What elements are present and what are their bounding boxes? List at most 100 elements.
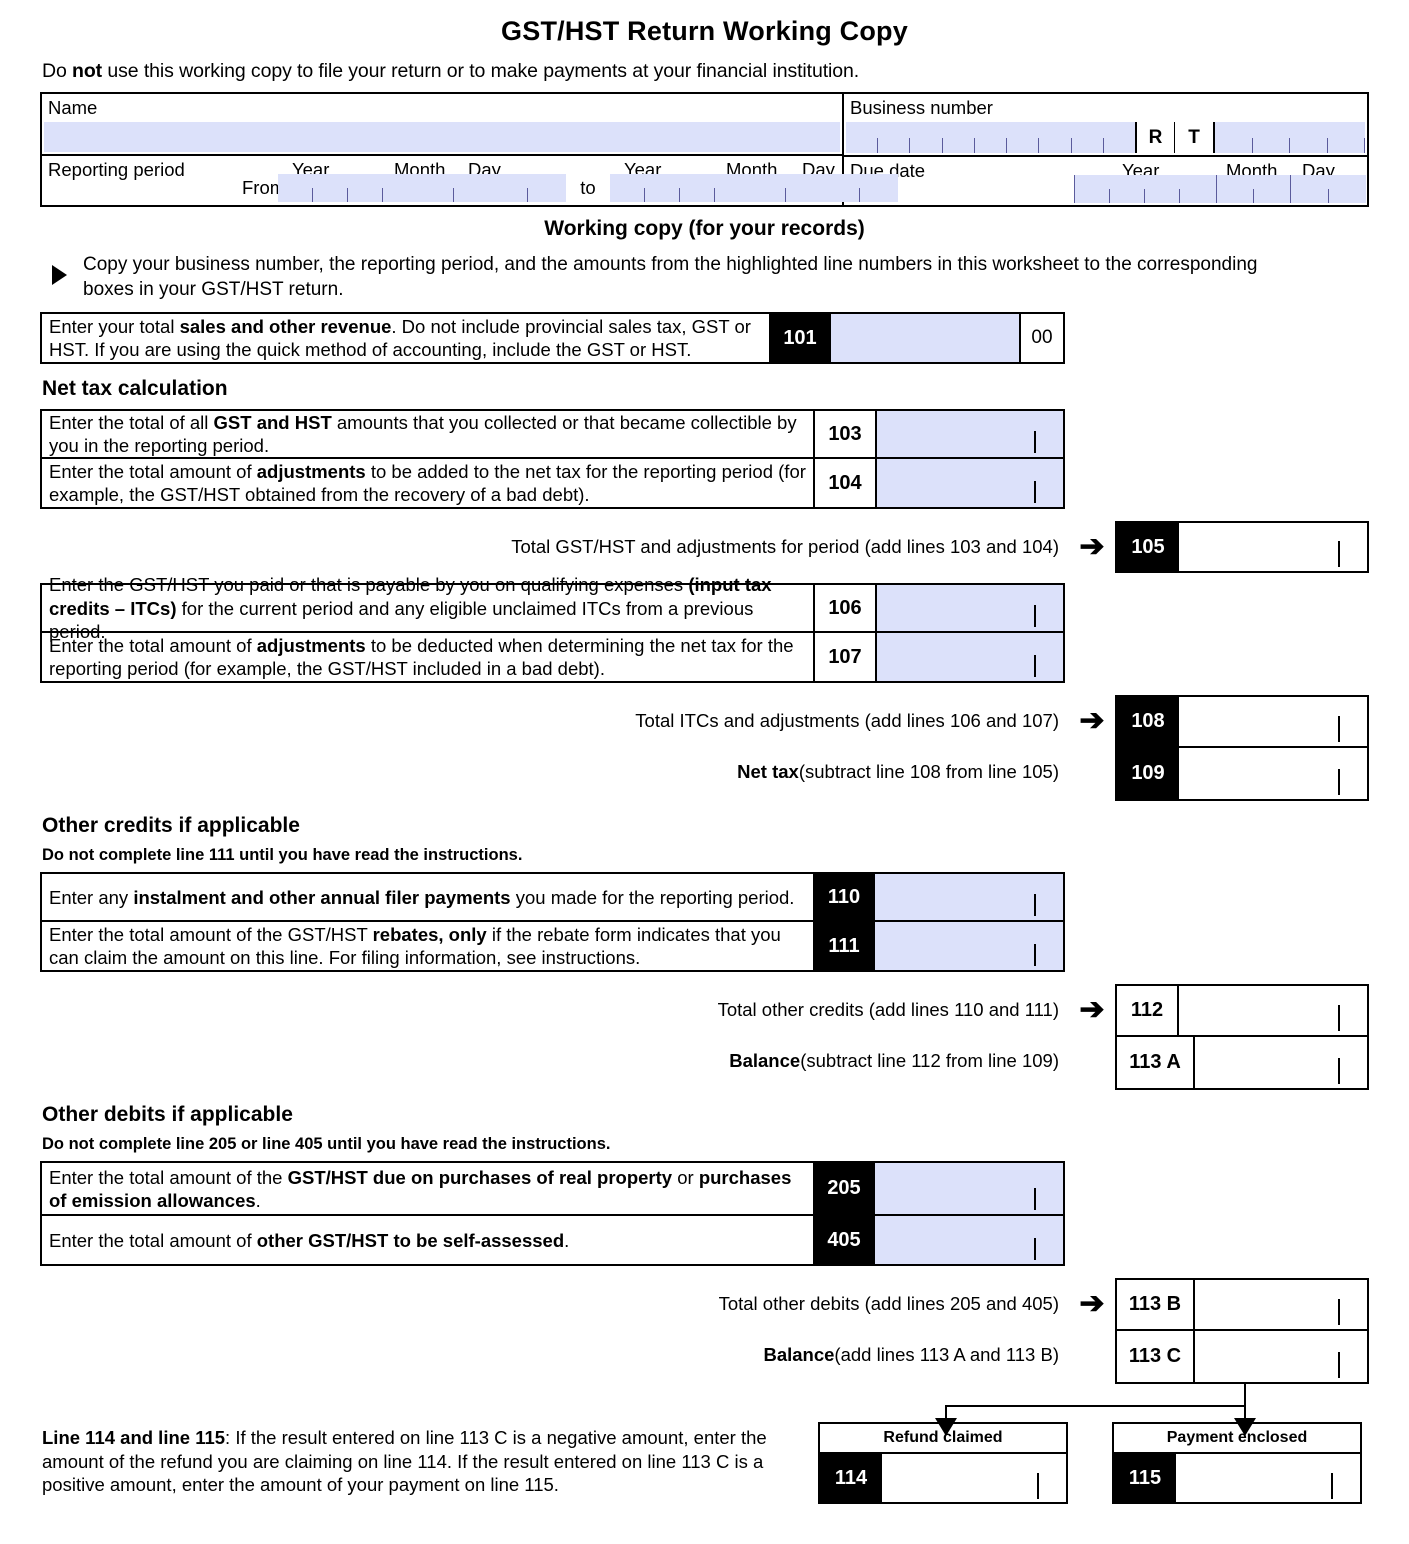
line-109-box: 109 [1117,748,1367,800]
bn-nine-digits[interactable] [846,122,1135,153]
line-205-amount-input[interactable] [875,1163,1063,1215]
line-101-amount-input[interactable] [831,314,1019,363]
reporting-period-label: Reporting period [48,159,185,180]
business-number-label: Business number [850,97,993,118]
identification-left: Name Reporting period Year Month Day Yea… [42,94,898,205]
do-not-use-notice: Do not use this working copy to file you… [40,47,1369,83]
l107-b1: adjustments [256,635,366,657]
line-115-number: 115 [1114,1454,1176,1503]
line-108-amount-input[interactable] [1179,697,1367,747]
footer-area: Line 114 and line 115: If the result ent… [40,1384,1369,1544]
line-405-amount-input[interactable] [875,1216,1063,1265]
l107-t1: Enter the total amount of [49,635,257,657]
payment-enclosed-box: Payment enclosed 115 [1112,1422,1362,1505]
line-105-label: Total GST/HST and adjustments for period… [511,536,1059,558]
footer-note-bold: Line 114 and line 115 [42,1427,226,1449]
net-tax-heading: Net tax calculation [42,377,228,401]
line-113c-amount-input[interactable] [1195,1331,1367,1383]
lines-205-405-box: Enter the total amount of the GST/HST du… [40,1161,1065,1267]
lines-106-107-box: Enter the GST/HST you paid or that is pa… [40,574,1065,684]
bn-program-t: T [1175,122,1215,153]
line-112-amount-input[interactable] [1179,986,1367,1036]
lines-103-104-box: Enter the total of all GST and HST amoun… [40,409,1065,510]
l113c-bold: Balance [763,1343,835,1365]
l103-t1: Enter the total of all [49,412,214,434]
line-104-amount-input[interactable] [875,459,1063,508]
l405-t2: . [564,1229,570,1251]
other-debits-subheading: Do not complete line 205 or line 405 unt… [42,1135,611,1154]
l205-t2: or [672,1166,699,1188]
l405-b1: other GST/HST to be self-assessed [256,1229,565,1251]
line-113a-label: Balance (subtract line 112 from line 109… [40,1035,1069,1086]
line-105-row: Total GST/HST and adjustments for period… [40,521,1369,574]
to-year-input[interactable] [610,174,750,202]
to-day-input[interactable] [822,174,898,202]
line-113a-amount-input[interactable] [1195,1037,1367,1089]
reporting-period-fields: Year Month Day Year Month Day From to [242,156,898,204]
l109-bold: Net tax [737,760,799,782]
notice-part-2: use this working copy to file your retur… [102,60,860,82]
line-101-cents: 00 [1019,314,1063,363]
line-111-row: Enter the total amount of the GST/HST re… [42,922,1063,971]
name-label: Name [48,97,98,118]
line-109-amount-input[interactable] [1179,748,1367,800]
line-108-box: 108 [1117,697,1367,749]
line-112-label: Total other credits (add lines 110 and 1… [717,998,1059,1020]
line-106-label: Enter the GST/HST you paid or that is pa… [42,574,813,642]
l205-t3: . [255,1189,261,1211]
to-month-input[interactable] [750,174,822,202]
line-101-label: Enter your total sales and other revenue… [42,314,769,362]
lines-112-113a-group: Total other credits (add lines 110 and 1… [40,984,1369,1091]
line-113b-box: 113 B [1117,1280,1367,1332]
line-109-labelrow: Net tax (subtract line 108 from line 105… [40,746,1115,797]
line-113b-label: Total other debits (add lines 205 and 40… [718,1292,1059,1314]
line-101-row: Enter your total sales and other revenue… [42,314,1063,363]
form-page: GST/HST Return Working Copy Do not use t… [0,0,1409,1505]
working-copy-heading: Working copy (for your records) [544,217,865,240]
line-106-row: Enter the GST/HST you paid or that is pa… [42,574,1063,642]
l113a-rest: (subtract line 112 from line 109) [800,1049,1059,1071]
line-110-label: Enter any instalment and other annual fi… [42,874,813,920]
due-day-input[interactable] [1290,175,1366,203]
name-input[interactable] [44,122,840,152]
business-number-input[interactable]: R T [846,122,1365,153]
line-108-number: 108 [1117,697,1179,747]
bn-reference-digits[interactable] [1215,122,1365,153]
l103-b1: GST and HST [213,412,332,434]
line-405-row: Enter the total amount of other GST/HST … [42,1216,1063,1265]
lines-108-109-boxes: 108 109 [1115,695,1369,802]
line-103-number: 103 [813,411,875,458]
payment-enclosed-title: Payment enclosed [1114,1424,1360,1455]
l111-t1: Enter the total amount of the GST/HST [49,924,373,946]
lines-110-111-box: Enter any instalment and other annual fi… [40,872,1065,973]
line-205-number: 205 [813,1163,875,1215]
line-111-amount-input[interactable] [875,922,1063,971]
line-110-amount-input[interactable] [875,874,1063,921]
page-title: GST/HST Return Working Copy [501,16,908,46]
due-year-input[interactable] [1074,175,1216,203]
due-month-input[interactable] [1216,175,1290,203]
l205-t1: Enter the total amount of the [49,1166,288,1188]
line-107-row: Enter the total amount of adjustments to… [42,633,1063,682]
line-107-amount-input[interactable] [875,633,1063,682]
line-103-amount-input[interactable] [875,411,1063,458]
line-107-label: Enter the total amount of adjustments to… [42,633,813,681]
from-year-input[interactable] [278,174,418,202]
line-109-number: 109 [1117,748,1179,800]
line-114-number: 114 [820,1454,882,1503]
arrow-right-icon: ➔ [1079,530,1105,564]
from-day-input[interactable] [490,174,566,202]
line-112-number: 112 [1117,986,1179,1036]
line-115-amount-input[interactable] [1176,1454,1360,1503]
l110-t1: Enter any [49,886,134,908]
line-113b-number: 113 B [1117,1280,1195,1330]
line-106-amount-input[interactable] [875,585,1063,632]
line-114-amount-input[interactable] [882,1454,1066,1503]
line-113b-amount-input[interactable] [1195,1280,1367,1330]
arrow-right-icon: ➔ [1079,992,1105,1026]
l405-t1: Enter the total amount of [49,1229,257,1251]
line-101-number: 101 [769,314,831,363]
from-month-input[interactable] [418,174,490,202]
line-104-label: Enter the total amount of adjustments to… [42,459,813,507]
line-105-amount-input[interactable] [1179,523,1367,572]
